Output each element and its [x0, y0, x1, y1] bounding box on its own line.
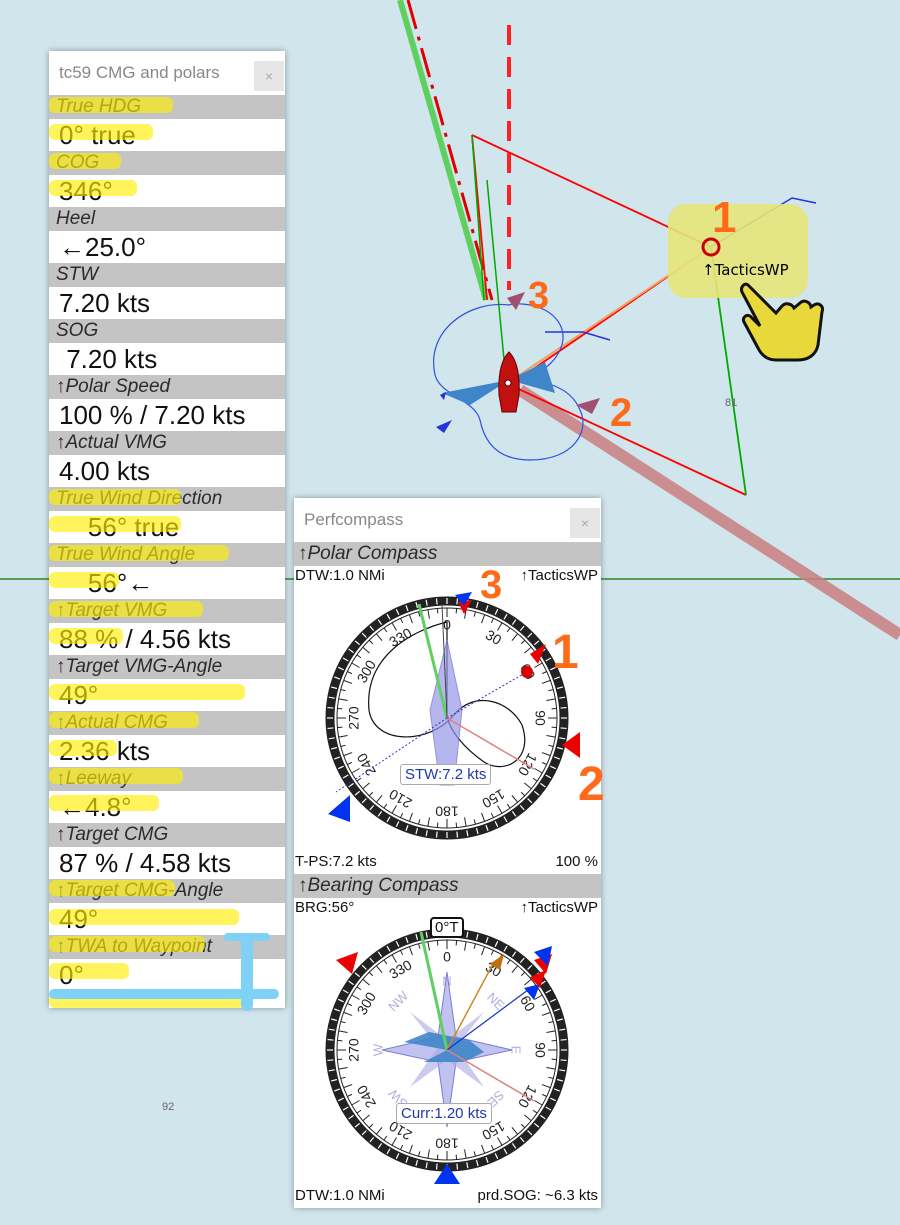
row-label-true-wind-angle: True Wind Angle: [49, 543, 285, 567]
cog-line-red: [406, 0, 494, 301]
row-value-actual-vmg: 4.00 kts: [49, 455, 285, 487]
row-label-true-hdg: True HDG: [49, 95, 285, 119]
row-label-leeway: ↑Leeway: [49, 767, 285, 791]
row-label-actual-vmg: ↑Actual VMG: [49, 431, 285, 455]
row-label-actual-cmg: ↑Actual CMG: [49, 711, 285, 735]
row-value-true-wind-angle: 56°←: [49, 567, 285, 599]
cmg-panel-title: tc59 CMG and polars: [59, 63, 220, 82]
row-value-stw: 7.20 kts: [49, 287, 285, 319]
row-value-true-hdg: 0° true: [49, 119, 285, 151]
cmg-rows: True HDG 0° true COG 346° Heel ←25.0° ST…: [49, 95, 285, 1008]
row-value-polar-speed: 100 % / 7.20 kts: [49, 399, 285, 431]
annotation-1: 1: [712, 193, 736, 242]
cmg-polars-panel[interactable]: tc59 CMG and polars × True HDG 0° true C…: [49, 51, 285, 1011]
close-button[interactable]: ×: [254, 61, 284, 91]
annotation-3: 3: [480, 563, 502, 607]
annotation-1: 1: [552, 626, 579, 679]
row-value-leeway: ←4.8°: [49, 791, 285, 823]
waypoint-label: ↑TacticsWP: [702, 261, 789, 279]
annotation-2: 2: [610, 391, 632, 435]
row-label-heel: Heel: [49, 207, 285, 231]
row-value-target-cmg: 87 % / 4.58 kts: [49, 847, 285, 879]
row-value-true-wind-direction: 56° true: [49, 511, 285, 543]
row-label-twa-to-waypoint: ↑TWA to Waypoint: [49, 935, 285, 959]
row-value-sog: 7.20 kts: [49, 343, 285, 375]
boat-center: [504, 379, 512, 387]
depth-label-92: 92: [162, 1101, 174, 1113]
row-value-target-vmg: 88 % / 4.56 kts: [49, 623, 285, 655]
row-label-true-wind-direction: True Wind Direction: [49, 487, 285, 511]
wind-marker-2: [576, 398, 600, 414]
depth-label-81: 81: [725, 397, 737, 409]
wind-marker-blue: [436, 420, 452, 433]
row-value-cog: 346°: [49, 175, 285, 207]
perf-annotations: 3 1 2: [480, 563, 605, 811]
row-label-target-vmg: ↑Target VMG: [49, 599, 285, 623]
heading-green-line: [486, 179, 506, 371]
row-value-twa-to-waypoint: 0°: [49, 959, 285, 991]
perfcompass-panel[interactable]: Perfcompass × ↑Polar Compass DTW:1.0 NMi…: [294, 498, 605, 1208]
annotation-3: 3: [528, 275, 549, 317]
row-label-polar-speed: ↑Polar Speed: [49, 375, 285, 399]
wind-marker-3: [507, 292, 525, 310]
row-label-stw: STW: [49, 263, 285, 287]
row-value-target-cmg-angle: 49°: [49, 903, 285, 935]
row-label-sog: SOG: [49, 319, 285, 343]
row-label-target-cmg: ↑Target CMG: [49, 823, 285, 847]
cmg-panel-titlebar[interactable]: tc59 CMG and polars ×: [49, 51, 285, 95]
annotation-2: 2: [578, 758, 605, 811]
waypoint-highlight: [668, 204, 808, 298]
row-label-cog: COG: [49, 151, 285, 175]
highlighter-mark: [49, 992, 245, 1008]
row-value-target-vmg-angle: 49°: [49, 679, 285, 711]
row-value-actual-cmg: 2.36 kts: [49, 735, 285, 767]
row-value-heel: ←25.0°: [49, 231, 285, 263]
row-label-target-vmg-angle: ↑Target VMG-Angle: [49, 655, 285, 679]
row-label-target-cmg-angle: ↑Target CMG-Angle: [49, 879, 285, 903]
